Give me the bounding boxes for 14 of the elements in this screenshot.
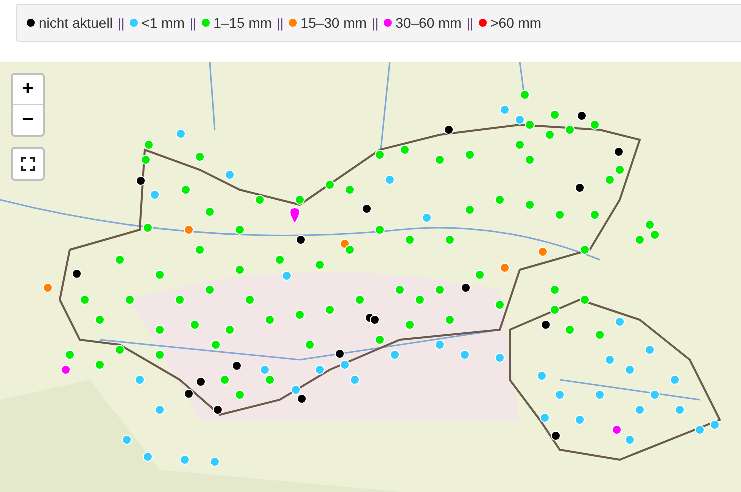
fullscreen-icon	[21, 157, 35, 171]
legend-label: 30–60 mm	[396, 15, 462, 31]
legend-separator: ||	[372, 16, 379, 30]
legend-separator: ||	[466, 16, 474, 30]
map[interactable]: + −	[0, 62, 741, 492]
legend-label: >60 mm	[490, 15, 542, 31]
legend-separator: ||	[118, 16, 125, 30]
fullscreen-button[interactable]	[11, 147, 45, 181]
legend-label: <1 mm	[142, 15, 185, 31]
legend-separator: ||	[277, 16, 284, 30]
legend-label: 15–30 mm	[300, 15, 367, 31]
legend-separator: ||	[190, 16, 197, 30]
legend-label: 1–15 mm	[214, 15, 272, 31]
legend-label: nicht aktuell	[39, 15, 113, 31]
